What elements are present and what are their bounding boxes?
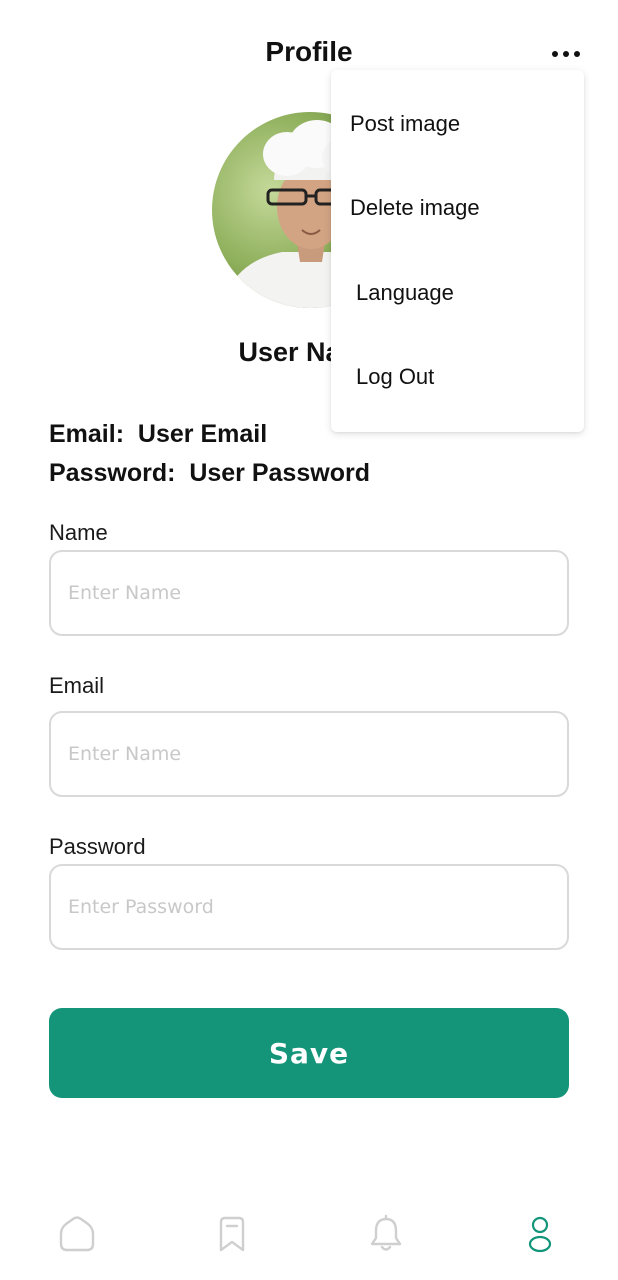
menu-item-delete-image[interactable]: Delete image xyxy=(331,166,584,250)
save-button[interactable]: Save xyxy=(49,1008,569,1098)
nav-bookmarks[interactable] xyxy=(210,1212,254,1256)
password-info: Password: User Password xyxy=(49,459,370,487)
bell-icon xyxy=(370,1214,402,1251)
menu-item-post-image[interactable]: Post image xyxy=(331,82,584,166)
more-dot xyxy=(574,51,580,57)
nav-profile[interactable] xyxy=(518,1212,562,1256)
name-label: Name xyxy=(49,520,108,545)
email-label: Email xyxy=(49,673,105,698)
bookmark-icon xyxy=(219,1216,245,1252)
menu-item-log-out[interactable]: Log Out xyxy=(331,335,584,419)
email-info: Email: User Email xyxy=(49,420,268,448)
more-options-button[interactable] xyxy=(544,40,588,68)
email-input[interactable] xyxy=(49,711,569,797)
nav-notifications[interactable] xyxy=(364,1212,408,1256)
password-label: Password xyxy=(49,834,146,859)
home-icon xyxy=(59,1216,95,1252)
more-dot xyxy=(563,51,569,57)
profile-icon xyxy=(528,1216,552,1253)
name-input[interactable] xyxy=(49,550,569,636)
nav-home[interactable] xyxy=(55,1212,99,1256)
bottom-navigation xyxy=(0,1200,618,1270)
options-menu: Post image Delete image Language Log Out xyxy=(331,70,584,432)
password-input[interactable] xyxy=(49,864,569,950)
menu-item-language[interactable]: Language xyxy=(331,251,584,335)
more-horizontal-icon xyxy=(552,51,558,57)
page-title: Profile xyxy=(265,36,353,67)
